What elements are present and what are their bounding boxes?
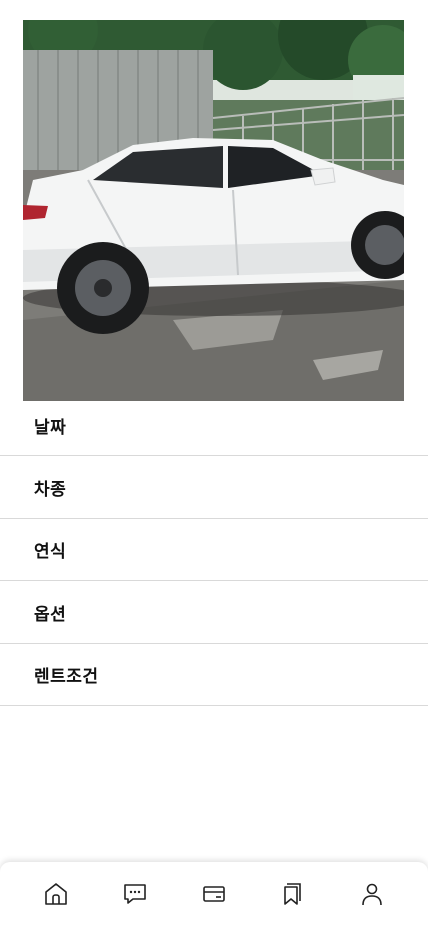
- home-icon: [45, 883, 68, 905]
- model-label: 차종: [34, 479, 67, 500]
- year-label: 연식: [34, 542, 67, 563]
- tab-home[interactable]: [36, 874, 76, 914]
- card-icon: [203, 886, 225, 902]
- rental-terms-label: 렌트조건: [34, 667, 99, 688]
- info-row-rental-terms: 렌트조건: [0, 644, 428, 707]
- tab-bookmarks[interactable]: [273, 874, 313, 914]
- tab-profile[interactable]: [352, 874, 392, 914]
- profile-icon: [361, 883, 382, 906]
- tab-payment[interactable]: [194, 874, 234, 914]
- bookmark-icon: [283, 883, 301, 905]
- options-label: 옵션: [34, 604, 67, 625]
- info-row-options: 옵션: [0, 581, 428, 644]
- tab-chat[interactable]: [115, 874, 155, 914]
- chat-icon: [124, 884, 146, 904]
- car-photo-illustration: [23, 20, 404, 401]
- info-row-year: 연식: [0, 519, 428, 582]
- info-row-date: 날짜: [0, 401, 428, 456]
- car-photo: [23, 20, 404, 401]
- bottom-tab-bar: [0, 862, 428, 926]
- date-label: 날짜: [34, 418, 67, 438]
- info-row-model: 차종: [0, 456, 428, 519]
- car-info-list: 날짜 차종 연식 옵션 렌트조건: [0, 401, 428, 707]
